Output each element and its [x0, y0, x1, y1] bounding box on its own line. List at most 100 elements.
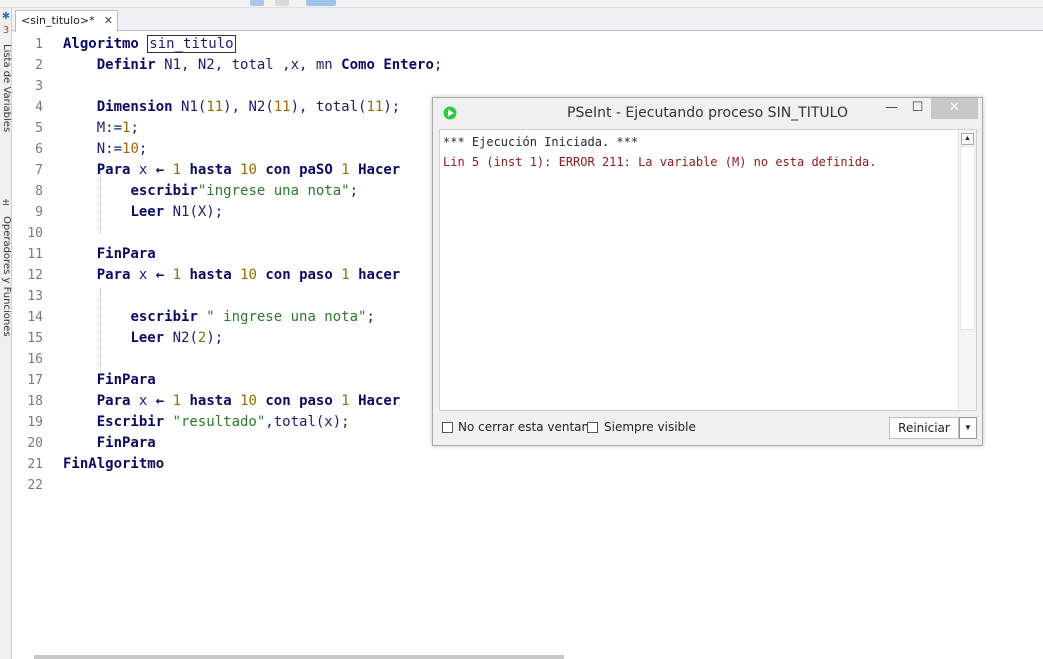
- close-button[interactable]: ✕: [931, 98, 978, 119]
- close-icon[interactable]: ✕: [104, 14, 113, 27]
- code-line[interactable]: 1 Algoritmo sin_titulo: [12, 34, 1043, 55]
- code-token: Para: [96, 162, 139, 178]
- run-window-titlebar[interactable]: PSeInt - Ejecutando proceso SIN_TITULO —…: [433, 98, 982, 128]
- code-token: Definir: [96, 57, 165, 73]
- code-token: Hacer: [358, 393, 401, 409]
- code-token: ;: [349, 183, 359, 199]
- minimize-button[interactable]: —: [879, 98, 904, 119]
- vertical-scrollbar[interactable]: ▲: [958, 130, 976, 410]
- code-text: Escribir "resultado",total(x);: [63, 412, 350, 433]
- code-token: 1: [172, 393, 182, 409]
- code-token: hasta: [189, 267, 241, 283]
- tab-sin-titulo[interactable]: <sin_titulo>* ✕: [15, 10, 118, 32]
- code-token: sin_titulo: [147, 35, 236, 53]
- code-token: 1: [341, 162, 350, 178]
- code-token: 11: [366, 99, 384, 115]
- code-token: x: [138, 393, 156, 409]
- tab-bar: <sin_titulo>* ✕: [12, 8, 1043, 32]
- scroll-up-arrow-icon[interactable]: ▲: [961, 133, 974, 145]
- code-token: Leer: [130, 330, 173, 346]
- code-token: con paSO: [265, 162, 342, 178]
- code-line[interactable]: 3: [12, 76, 1043, 97]
- code-token: ←: [155, 393, 165, 409]
- toolbar-icon[interactable]: [250, 0, 264, 6]
- side-panel: ✱ 3 Lista de Variables ± Operadores y Fu…: [0, 8, 12, 659]
- code-token: M:=: [63, 120, 123, 136]
- code-token: ;: [433, 57, 443, 73]
- code-text: FinAlgoritmo: [63, 454, 164, 475]
- operators-icon[interactable]: ±: [1, 198, 11, 208]
- code-text: N:=10;: [63, 139, 148, 160]
- code-token: N2(: [172, 330, 198, 346]
- line-number: 21: [27, 457, 43, 472]
- code-token: "ingrese una nota": [197, 183, 350, 199]
- code-token: );: [383, 99, 401, 115]
- no-close-checkbox[interactable]: [442, 422, 453, 433]
- toolbar: [0, 0, 1043, 8]
- code-token: N1(X);: [172, 204, 224, 220]
- code-token: ;: [130, 120, 139, 136]
- toolbar-icon[interactable]: [275, 0, 289, 6]
- line-number: 13: [27, 289, 43, 304]
- code-token: Para: [96, 267, 139, 283]
- code-token: ), N2(: [223, 99, 274, 115]
- code-token: x: [138, 162, 156, 178]
- code-token: FinPara: [96, 435, 156, 451]
- line-number: 1: [35, 37, 43, 52]
- code-text: FinPara: [63, 370, 156, 391]
- code-text: escribir " ingrese una nota";: [63, 307, 374, 328]
- always-visible-checkbox[interactable]: [587, 422, 598, 433]
- output-console[interactable]: *** Ejecución Iniciada. *** Lin 5 (inst …: [439, 129, 977, 411]
- variables-icon[interactable]: ✱: [1, 12, 11, 22]
- code-text: escribir"ingrese una nota";: [63, 181, 358, 202]
- line-number: 22: [27, 478, 43, 493]
- toolbar-icon[interactable]: [306, 0, 336, 6]
- indent-guide: [100, 170, 101, 233]
- output-info-line: *** Ejecución Iniciada. ***: [443, 135, 639, 149]
- number-icon[interactable]: 3: [1, 26, 11, 36]
- reset-dropdown-chevron-down-icon[interactable]: ▼: [959, 417, 977, 439]
- code-line[interactable]: 2 Definir N1, N2, total ,x, mn Como Ente…: [12, 55, 1043, 76]
- line-number: 6: [35, 142, 43, 157]
- line-number: 14: [27, 310, 43, 325]
- line-number: 10: [27, 226, 43, 241]
- code-token: ,total(x);: [265, 414, 350, 430]
- line-number: 15: [27, 331, 43, 346]
- always-visible-label[interactable]: Siempre visible: [604, 420, 696, 434]
- pseint-app: ✱ 3 Lista de Variables ± Operadores y Fu…: [0, 0, 1043, 659]
- line-number: 8: [35, 184, 43, 199]
- line-number: 4: [35, 100, 43, 115]
- code-token: ), total(: [290, 99, 367, 115]
- code-text: Para x ← 1 hasta 10 con paso 1 hacer: [63, 265, 401, 286]
- scroll-thumb[interactable]: [960, 146, 975, 330]
- line-number: 19: [27, 415, 43, 430]
- maximize-button[interactable]: ☐: [905, 98, 930, 119]
- code-line[interactable]: 21 FinAlgoritmo: [12, 454, 1043, 475]
- code-token: FinAlgoritmo: [63, 456, 165, 472]
- operators-panel-label[interactable]: Operadores y Funciones: [1, 216, 11, 337]
- line-number: 16: [27, 352, 43, 367]
- line-number: 12: [27, 268, 43, 283]
- reset-button[interactable]: Reiniciar: [889, 417, 959, 439]
- variables-panel-label[interactable]: Lista de Variables: [1, 44, 11, 132]
- code-token: N:=: [63, 141, 123, 157]
- code-token: 11: [206, 99, 224, 115]
- no-close-label[interactable]: No cerrar esta ventana: [458, 420, 597, 434]
- code-token: hasta: [189, 162, 241, 178]
- code-token: 1: [172, 162, 182, 178]
- code-text: Definir N1, N2, total ,x, mn Como Entero…: [63, 55, 443, 76]
- horizontal-scrollbar[interactable]: [34, 655, 564, 659]
- code-line[interactable]: 22: [12, 475, 1043, 496]
- code-token: x: [138, 267, 156, 283]
